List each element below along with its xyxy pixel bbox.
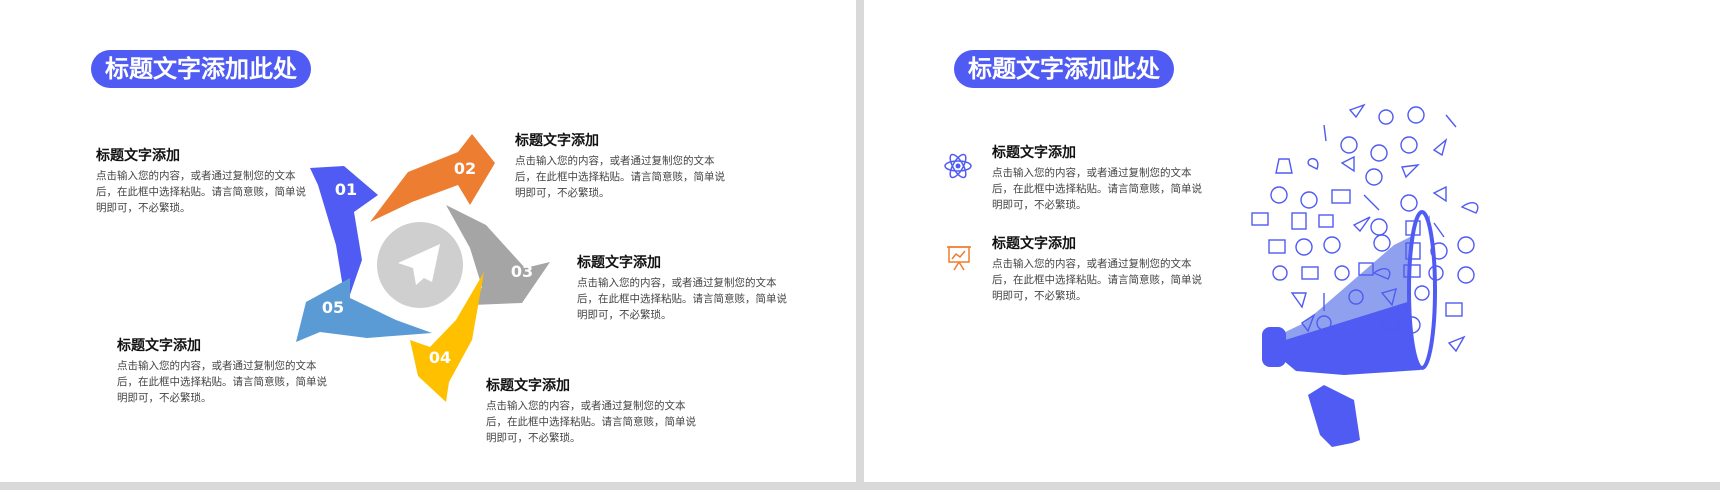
- step-number-05: 05: [322, 298, 344, 317]
- speaker-icon: [1432, 185, 1447, 203]
- twitter-icon: [1370, 144, 1388, 162]
- paper-plane-icon-2: [1447, 335, 1466, 353]
- instagram-icon-3: [1272, 265, 1288, 281]
- slide-title: 标题文字添加此处: [954, 50, 1174, 88]
- gear-icon: [1378, 109, 1394, 125]
- podcast-icon: [1295, 238, 1313, 256]
- step-text-03: 标题文字添加 点击输入您的内容，或者通过复制您的文本后，在此框中选择粘贴。请言简…: [577, 253, 787, 323]
- feature-item-2: 标题文字添加 点击输入您的内容，或者通过复制您的文本后，在此框中选择粘贴。请言简…: [992, 234, 1202, 304]
- instagram-icon-4: [1334, 265, 1350, 281]
- globe-icon: [1365, 168, 1383, 186]
- robot-icon: [1407, 106, 1425, 124]
- step-text-02: 标题文字添加 点击输入您的内容，或者通过复制您的文本后，在此框中选择粘贴。请言简…: [515, 131, 725, 201]
- feature-title: 标题文字添加: [992, 236, 1076, 252]
- step-number-01: 01: [335, 180, 357, 199]
- chat-bubble-icon: [1307, 158, 1319, 170]
- yahoo-icon: [1270, 186, 1288, 204]
- user-icon-5: [1457, 266, 1475, 284]
- step-number-02: 02: [454, 159, 476, 178]
- document-icon: [1291, 212, 1307, 230]
- step-text-05: 标题文字添加 点击输入您的内容，或者通过复制您的文本后，在此框中选择粘贴。请言简…: [117, 336, 327, 406]
- cloud-icon: [1460, 202, 1479, 214]
- briefcase-icon: [1445, 302, 1463, 317]
- bucket-icon: [1290, 292, 1307, 309]
- megaphone-handle: [1308, 385, 1360, 447]
- instagram-icon: [1400, 136, 1418, 154]
- step-text-04: 标题文字添加 点击输入您的内容，或者通过复制您的文本后，在此框中选择粘贴。请言简…: [486, 376, 696, 446]
- step-body: 点击输入您的内容，或者通过复制您的文本后，在此框中选择粘贴。请言简意赅，简单说明…: [486, 400, 696, 444]
- monitor-icon: [1331, 189, 1351, 204]
- target-icon: [1340, 136, 1358, 154]
- cycle-arrow-02: [370, 134, 495, 222]
- step-body: 点击输入您的内容，或者通过复制您的文本后，在此框中选择粘贴。请言简意赅，简单说明…: [117, 360, 327, 404]
- user-icon: [1300, 191, 1318, 209]
- instagram-icon-2: [1370, 218, 1388, 236]
- step-text-01: 标题文字添加 点击输入您的内容，或者通过复制您的文本后，在此框中选择粘贴。请言简…: [96, 146, 306, 216]
- user-icon-3: [1457, 236, 1475, 254]
- facebook-icon: [1373, 234, 1391, 252]
- step-title: 标题文字添加: [515, 133, 599, 149]
- feature-title: 标题文字添加: [992, 145, 1076, 161]
- step-body: 点击输入您的内容，或者通过复制您的文本后，在此框中选择粘贴。请言简意赅，简单说明…: [515, 155, 725, 199]
- slide-left: 标题文字添加此处 01 02 03 04 05 标题文字添加 点击输入您的内容，…: [0, 0, 856, 482]
- user-circle-icon: [1400, 194, 1418, 212]
- atom-icon: [944, 153, 972, 179]
- flask-icon: [1275, 158, 1293, 174]
- tv-icon: [1301, 266, 1319, 280]
- megaphone-icon: [1340, 155, 1355, 173]
- pencil-icon: [1445, 114, 1457, 128]
- megaphone-illustration: [1251, 103, 1479, 447]
- rocket-icon: [1432, 138, 1448, 157]
- paper-plane-icon: [1348, 103, 1366, 119]
- step-number-03: 03: [511, 262, 533, 281]
- send-icon: [1401, 164, 1420, 179]
- feature-body: 点击输入您的内容，或者通过复制您的文本后，在此框中选择粘贴。请言简意赅，简单说明…: [992, 258, 1202, 302]
- step-title: 标题文字添加: [117, 338, 201, 354]
- feature-item-1: 标题文字添加 点击输入您的内容，或者通过复制您的文本后，在此框中选择粘贴。请言简…: [992, 143, 1202, 213]
- step-body: 点击输入您的内容，或者通过复制您的文本后，在此框中选择粘贴。请言简意赅，简单说明…: [96, 170, 306, 214]
- step-number-04: 04: [429, 348, 451, 367]
- step-title: 标题文字添加: [96, 148, 180, 164]
- step-title: 标题文字添加: [577, 255, 661, 271]
- brush-icon: [1433, 222, 1445, 238]
- megaphone-mouthpiece: [1262, 327, 1286, 367]
- step-title: 标题文字添加: [486, 378, 570, 394]
- loudspeaker-icon: [1251, 212, 1269, 226]
- feature-body: 点击输入您的内容，或者通过复制您的文本后，在此框中选择粘贴。请言简意赅，简单说明…: [992, 167, 1202, 211]
- chart-board-icon: [1268, 239, 1286, 254]
- coffee-icon: [1318, 214, 1334, 228]
- twitter-icon-2: [1323, 236, 1341, 254]
- rocket-icon-2: [1352, 216, 1371, 233]
- wand-icon: [1363, 194, 1380, 211]
- cycle-diagram: 01 02 03 04 05: [296, 134, 550, 402]
- tie-icon: [1323, 124, 1327, 142]
- slide-right: 标题文字添加此处 标题文字添加 点击输入您的内容，或者通过复制您的文本后，在此框…: [864, 0, 1720, 482]
- step-body: 点击输入您的内容，或者通过复制您的文本后，在此框中选择粘贴。请言简意赅，简单说明…: [577, 277, 787, 321]
- presentation-board-icon: [947, 246, 971, 271]
